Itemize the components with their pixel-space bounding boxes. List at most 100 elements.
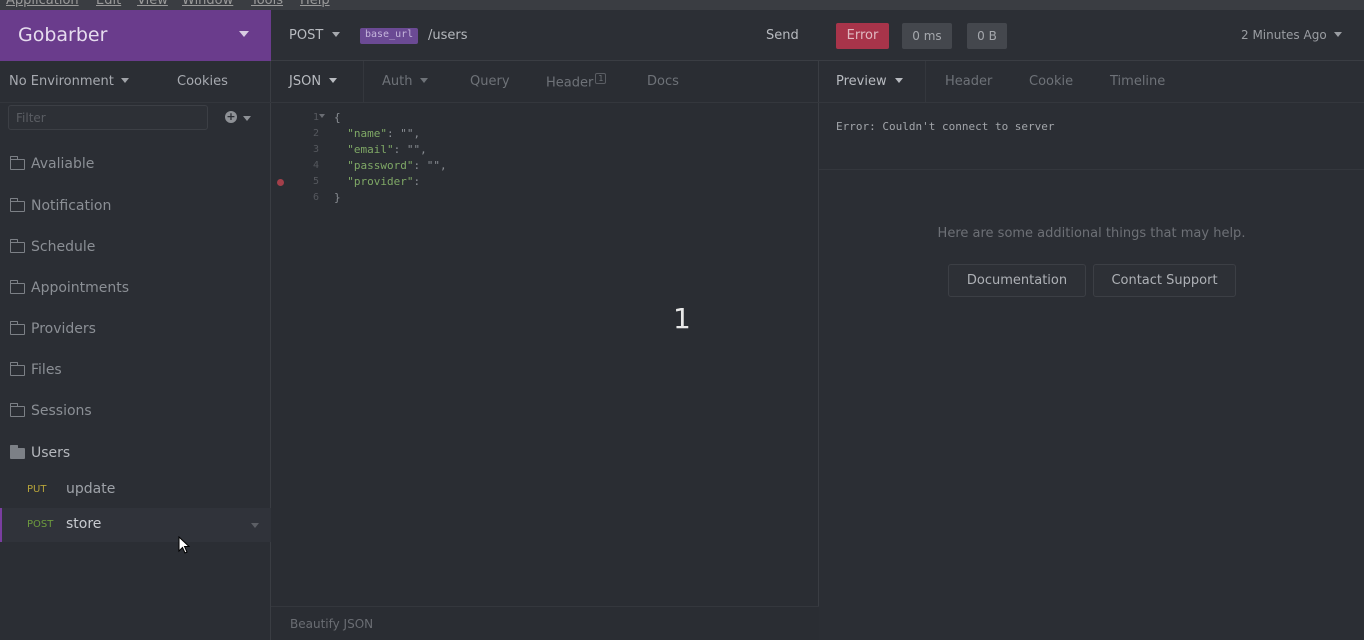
- response-status-bar: Error 0 ms 0 B 2 Minutes Ago: [819, 10, 1364, 61]
- chevron-down-icon[interactable]: [243, 116, 251, 121]
- overlay-number: 1: [673, 302, 691, 335]
- request-item-update[interactable]: PUT update: [0, 473, 271, 507]
- contact-support-button[interactable]: Contact Support: [1093, 264, 1236, 297]
- tab-auth[interactable]: Auth: [382, 74, 429, 89]
- fold-arrow-icon[interactable]: [319, 114, 325, 118]
- environment-row: No Environment Cookies: [0, 61, 271, 103]
- filter-input[interactable]: [8, 105, 208, 130]
- error-marker-icon: [277, 179, 284, 186]
- code-text: }: [334, 191, 341, 204]
- chevron-down-icon: [1333, 32, 1342, 37]
- menu-view[interactable]: View: [137, 0, 168, 8]
- tab-response-header[interactable]: Header: [945, 74, 992, 89]
- chevron-down-icon[interactable]: [251, 523, 259, 528]
- folder-sessions[interactable]: Sessions: [10, 402, 260, 422]
- workspace-selector[interactable]: Gobarber: [0, 10, 271, 61]
- folder-avaliable[interactable]: Avaliable: [10, 155, 260, 175]
- json-key: "password": [347, 159, 414, 172]
- json-rest: : "",: [393, 143, 427, 156]
- code-line: 5 "provider":: [271, 174, 819, 190]
- folder-users[interactable]: Users: [10, 444, 260, 464]
- line-number: 3: [312, 144, 319, 155]
- menu-help[interactable]: Help: [300, 0, 330, 8]
- code-line: 6 }: [271, 190, 819, 206]
- error-message: Error: Couldn't connect to server: [836, 120, 1055, 133]
- tab-label: Preview: [836, 74, 887, 89]
- documentation-button[interactable]: Documentation: [948, 264, 1086, 297]
- menu-edit[interactable]: Edit: [96, 0, 121, 8]
- json-key: "provider": [347, 175, 414, 188]
- history-dropdown[interactable]: 2 Minutes Ago: [1241, 28, 1342, 42]
- chevron-down-icon: [894, 78, 903, 83]
- line-number: 4: [312, 160, 319, 171]
- tab-divider: [363, 61, 364, 103]
- tab-query[interactable]: Query: [470, 74, 510, 89]
- folder-label: Schedule: [31, 239, 96, 255]
- tab-header[interactable]: Header 1: [546, 73, 607, 90]
- folder-open-icon: [10, 445, 25, 459]
- menu-application[interactable]: Application: [6, 0, 79, 8]
- workspace-name: Gobarber: [18, 24, 108, 46]
- tab-preview[interactable]: Preview: [836, 74, 903, 89]
- url-bar: POST base_url /users Send: [271, 10, 819, 61]
- environment-selector[interactable]: No Environment: [9, 74, 129, 89]
- chevron-down-icon: [329, 78, 338, 83]
- folder-icon: [10, 362, 25, 376]
- folder-files[interactable]: Files: [10, 361, 260, 381]
- editor-footer: Beautify JSON: [271, 606, 819, 640]
- folder-providers[interactable]: Providers: [10, 320, 260, 340]
- folder-schedule[interactable]: Schedule: [10, 238, 260, 258]
- beautify-json-button[interactable]: Beautify JSON: [290, 617, 373, 631]
- request-name: update: [66, 481, 116, 497]
- chevron-down-icon: [120, 78, 129, 83]
- code-line: 1 {: [271, 110, 819, 126]
- menu-window[interactable]: Window: [182, 0, 233, 8]
- time-badge: 0 ms: [902, 23, 952, 49]
- mouse-cursor-icon: [178, 536, 190, 554]
- folder-notification[interactable]: Notification: [10, 197, 260, 217]
- response-pane: Error 0 ms 0 B 2 Minutes Ago Preview Hea…: [819, 10, 1364, 640]
- history-label: 2 Minutes Ago: [1241, 28, 1327, 42]
- tab-cookie[interactable]: Cookie: [1029, 74, 1073, 89]
- code-editor[interactable]: 1 { 2 "name": "", 3 "email": "", 4 "pass…: [271, 110, 819, 206]
- response-tabs: Preview Header Cookie Timeline: [819, 61, 1364, 103]
- line-number: 6: [312, 192, 319, 203]
- code-text: "password": "",: [334, 158, 447, 174]
- json-rest: : "",: [413, 159, 447, 172]
- tab-docs[interactable]: Docs: [647, 74, 679, 89]
- folder-icon: [10, 156, 25, 170]
- size-badge: 0 B: [967, 23, 1007, 49]
- chevron-down-icon: [420, 78, 429, 83]
- line-number: 5: [312, 176, 319, 187]
- tab-timeline[interactable]: Timeline: [1110, 74, 1165, 89]
- json-key: "email": [347, 143, 394, 156]
- json-rest: : "",: [387, 127, 421, 140]
- folder-appointments[interactable]: Appointments: [10, 279, 260, 299]
- folder-label: Users: [31, 445, 71, 461]
- tab-label: Auth: [382, 74, 413, 89]
- folder-icon: [10, 403, 25, 417]
- code-text: "name": "",: [334, 126, 420, 142]
- menu-tools[interactable]: Tools: [251, 0, 283, 8]
- code-line: 3 "email": "",: [271, 142, 819, 158]
- url-path[interactable]: /users: [428, 28, 468, 43]
- request-item-store[interactable]: POST store: [0, 508, 271, 542]
- sidebar: Gobarber No Environment Cookies + Avalia…: [0, 10, 271, 640]
- folder-label: Avaliable: [31, 156, 95, 172]
- add-icon[interactable]: +: [225, 111, 237, 123]
- request-pane: POST base_url /users Send JSON Auth Quer…: [271, 10, 819, 640]
- code-text: "email": "",: [334, 142, 427, 158]
- folder-icon: [10, 280, 25, 294]
- tab-body[interactable]: JSON: [289, 74, 338, 89]
- help-text: Here are some additional things that may…: [937, 226, 1246, 241]
- chevron-down-icon: [239, 31, 249, 37]
- folder-icon: [10, 198, 25, 212]
- code-text: {: [334, 111, 341, 124]
- method-selector[interactable]: POST: [289, 28, 341, 43]
- cookies-button[interactable]: Cookies: [177, 74, 228, 89]
- send-button[interactable]: Send: [766, 28, 799, 43]
- folder-label: Providers: [31, 321, 96, 337]
- divider: [819, 169, 1364, 170]
- menu-bar: Application Edit View Window Tools Help: [0, 0, 1364, 10]
- base-url-tag[interactable]: base_url: [360, 28, 419, 44]
